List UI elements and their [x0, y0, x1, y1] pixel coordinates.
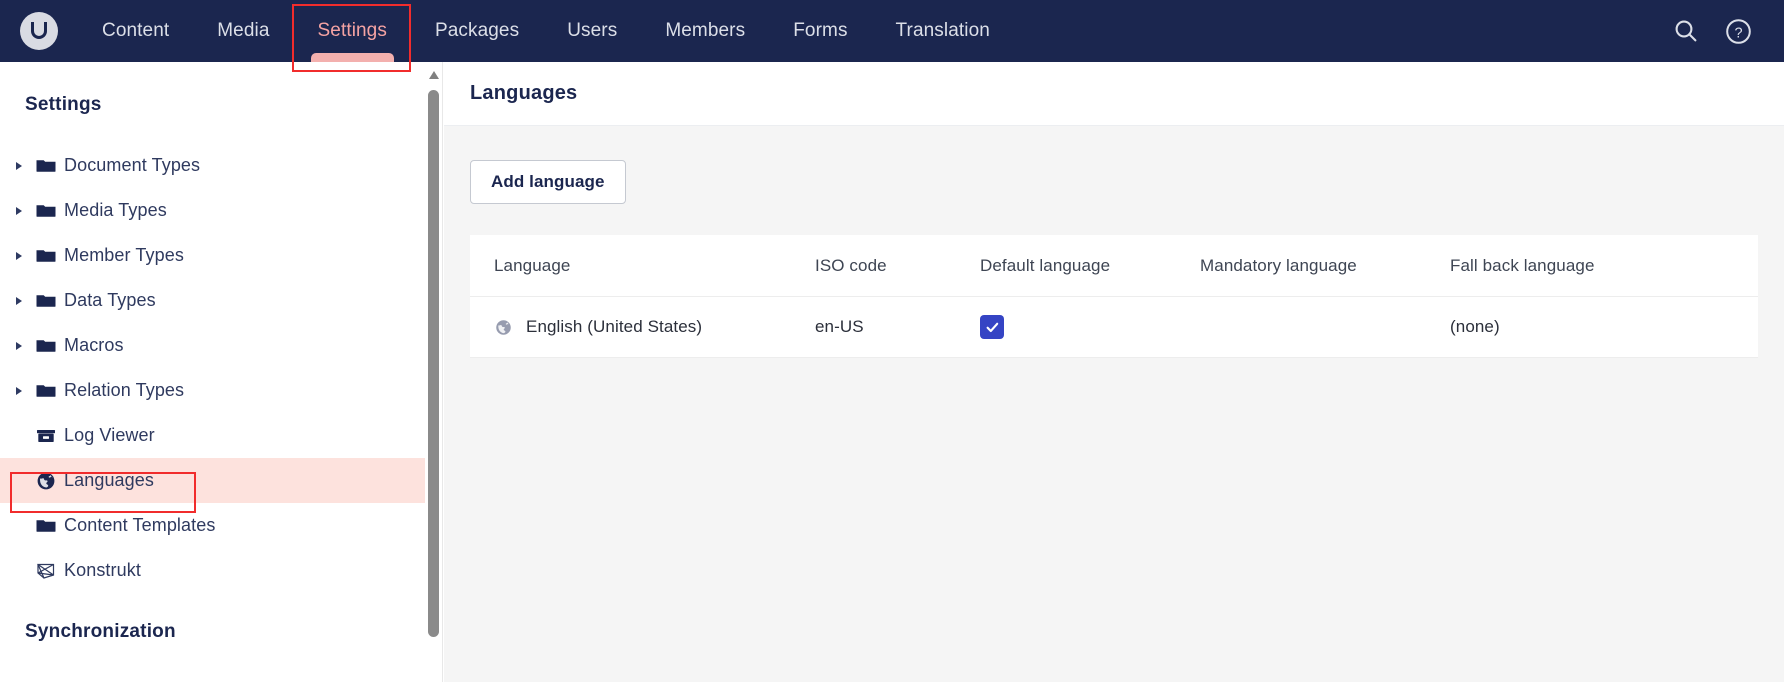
app-root: Content Media Settings Packages Users Members…	[0, 0, 1784, 682]
default-language-checkbox[interactable]	[980, 315, 1004, 339]
folder-icon	[28, 335, 64, 357]
sidebar-item-log-viewer[interactable]: Log Viewer	[0, 413, 429, 458]
table-row[interactable]: English (United States) en-US (none)	[470, 296, 1758, 358]
cell-mandatory-language	[1200, 296, 1450, 358]
sidebar-item-content-templates[interactable]: Content Templates	[0, 503, 429, 548]
column-header-fall-back-language: Fall back language	[1450, 235, 1758, 297]
scrollbar-thumb[interactable]	[428, 90, 439, 637]
nav-item-media[interactable]: Media	[193, 0, 293, 62]
add-language-button[interactable]: Add language	[470, 160, 626, 204]
sidebar-title: Settings	[25, 94, 102, 115]
help-icon[interactable]: ?	[1725, 18, 1752, 45]
languages-table: Language ISO code Default language Manda…	[470, 235, 1758, 358]
nav-item-label: Users	[567, 20, 618, 41]
content-body: Add language Language ISO code Default l…	[444, 126, 1784, 358]
languages-table-body: English (United States) en-US (none)	[470, 296, 1758, 358]
chevron-right-icon[interactable]	[9, 296, 28, 305]
chevron-right-icon[interactable]	[9, 206, 28, 215]
umbraco-logo[interactable]	[0, 0, 78, 62]
sidebar-scrollbar[interactable]	[425, 62, 443, 682]
nav-item-packages[interactable]: Packages	[411, 0, 543, 62]
cell-fall-back-language: (none)	[1450, 296, 1758, 358]
sidebar-item-relation-types[interactable]: Relation Types	[0, 368, 429, 413]
sidebar-item-label: Member Types	[64, 245, 184, 265]
sidebar-item-label: Media Types	[64, 200, 167, 220]
nav-item-users[interactable]: Users	[543, 0, 641, 62]
top-navigation-bar: Content Media Settings Packages Users Members…	[0, 0, 1784, 62]
nav-right-actions: ?	[1673, 18, 1784, 45]
nav-item-settings[interactable]: Settings	[294, 0, 411, 62]
folder-icon	[28, 200, 64, 222]
sidebar-item-macros[interactable]: Macros	[0, 323, 429, 368]
sidebar-item-label: Macros	[64, 335, 124, 355]
umbraco-logo-u-glyph	[31, 22, 47, 39]
nav-item-label: Members	[665, 20, 746, 41]
column-header-default-language: Default language	[980, 235, 1200, 297]
folder-icon	[28, 155, 64, 177]
nav-item-members[interactable]: Members	[641, 0, 769, 62]
nav-item-label: Translation	[895, 20, 990, 41]
sidebar-item-data-types[interactable]: Data Types	[0, 278, 429, 323]
sidebar-item-label: Konstrukt	[64, 560, 141, 580]
log-viewer-icon	[28, 425, 64, 447]
folder-icon	[28, 245, 64, 267]
nav-item-forms[interactable]: Forms	[769, 0, 871, 62]
sidebar-item-label: Languages	[64, 470, 154, 490]
column-header-language: Language	[470, 235, 815, 297]
chevron-right-icon[interactable]	[9, 251, 28, 260]
column-header-iso-code: ISO code	[815, 235, 980, 297]
nav-item-content[interactable]: Content	[78, 0, 193, 62]
cell-default-language	[980, 296, 1200, 358]
sidebar-item-label: Content Templates	[64, 515, 216, 535]
nav-item-label: Forms	[793, 20, 848, 41]
nav-items: Content Media Settings Packages Users Members…	[78, 0, 1014, 62]
nav-item-label: Packages	[434, 20, 520, 41]
sidebar-item-label: Document Types	[64, 155, 201, 175]
table-header-row: Language ISO code Default language Manda…	[470, 235, 1758, 297]
folder-icon	[28, 515, 64, 537]
languages-table-card: Language ISO code Default language Manda…	[470, 235, 1758, 358]
svg-text:?: ?	[1734, 25, 1742, 41]
konstrukt-icon	[28, 560, 64, 582]
sidebar-item-label: Data Types	[64, 290, 156, 310]
sidebar-item-label: Log Viewer	[64, 425, 155, 445]
sidebar-item-document-types[interactable]: Document Types	[0, 143, 429, 188]
cell-language: English (United States)	[470, 296, 815, 358]
sidebar-item-member-types[interactable]: Member Types	[0, 233, 429, 278]
settings-sidebar: Settings Document Types Media Types Member…	[0, 62, 429, 682]
content-header: Languages	[444, 62, 1784, 126]
sidebar-item-konstrukt[interactable]: Konstrukt	[0, 548, 429, 593]
sidebar-item-media-types[interactable]: Media Types	[0, 188, 429, 233]
chevron-right-icon[interactable]	[9, 161, 28, 170]
sidebar-section-synchronization: Synchronization	[25, 621, 176, 642]
nav-item-label: Content	[102, 20, 170, 41]
folder-icon	[28, 380, 64, 402]
sidebar-item-languages[interactable]: Languages	[0, 458, 429, 503]
cell-iso-code: en-US	[815, 296, 980, 358]
globe-icon	[28, 470, 64, 492]
page-title: Languages	[470, 82, 578, 104]
languages-table-head: Language ISO code Default language Manda…	[470, 235, 1758, 297]
language-name: English (United States)	[526, 317, 703, 336]
nav-item-translation[interactable]: Translation	[872, 0, 1014, 62]
nav-item-label: Settings	[317, 20, 387, 41]
chevron-right-icon[interactable]	[9, 341, 28, 350]
active-tab-indicator	[310, 53, 394, 62]
search-icon[interactable]	[1673, 18, 1699, 44]
sidebar-item-label: Relation Types	[64, 380, 185, 400]
umbraco-logo-circle	[20, 12, 58, 50]
settings-tree: Document Types Media Types Member Types Dat…	[0, 143, 429, 593]
globe-icon	[494, 318, 513, 337]
column-header-mandatory-language: Mandatory language	[1200, 235, 1450, 297]
scroll-up-arrow-icon[interactable]	[429, 71, 439, 79]
nav-item-label: Media	[217, 20, 270, 41]
main-content: Languages Add language Language ISO code…	[444, 62, 1784, 682]
chevron-right-icon[interactable]	[9, 386, 28, 395]
folder-icon	[28, 290, 64, 312]
